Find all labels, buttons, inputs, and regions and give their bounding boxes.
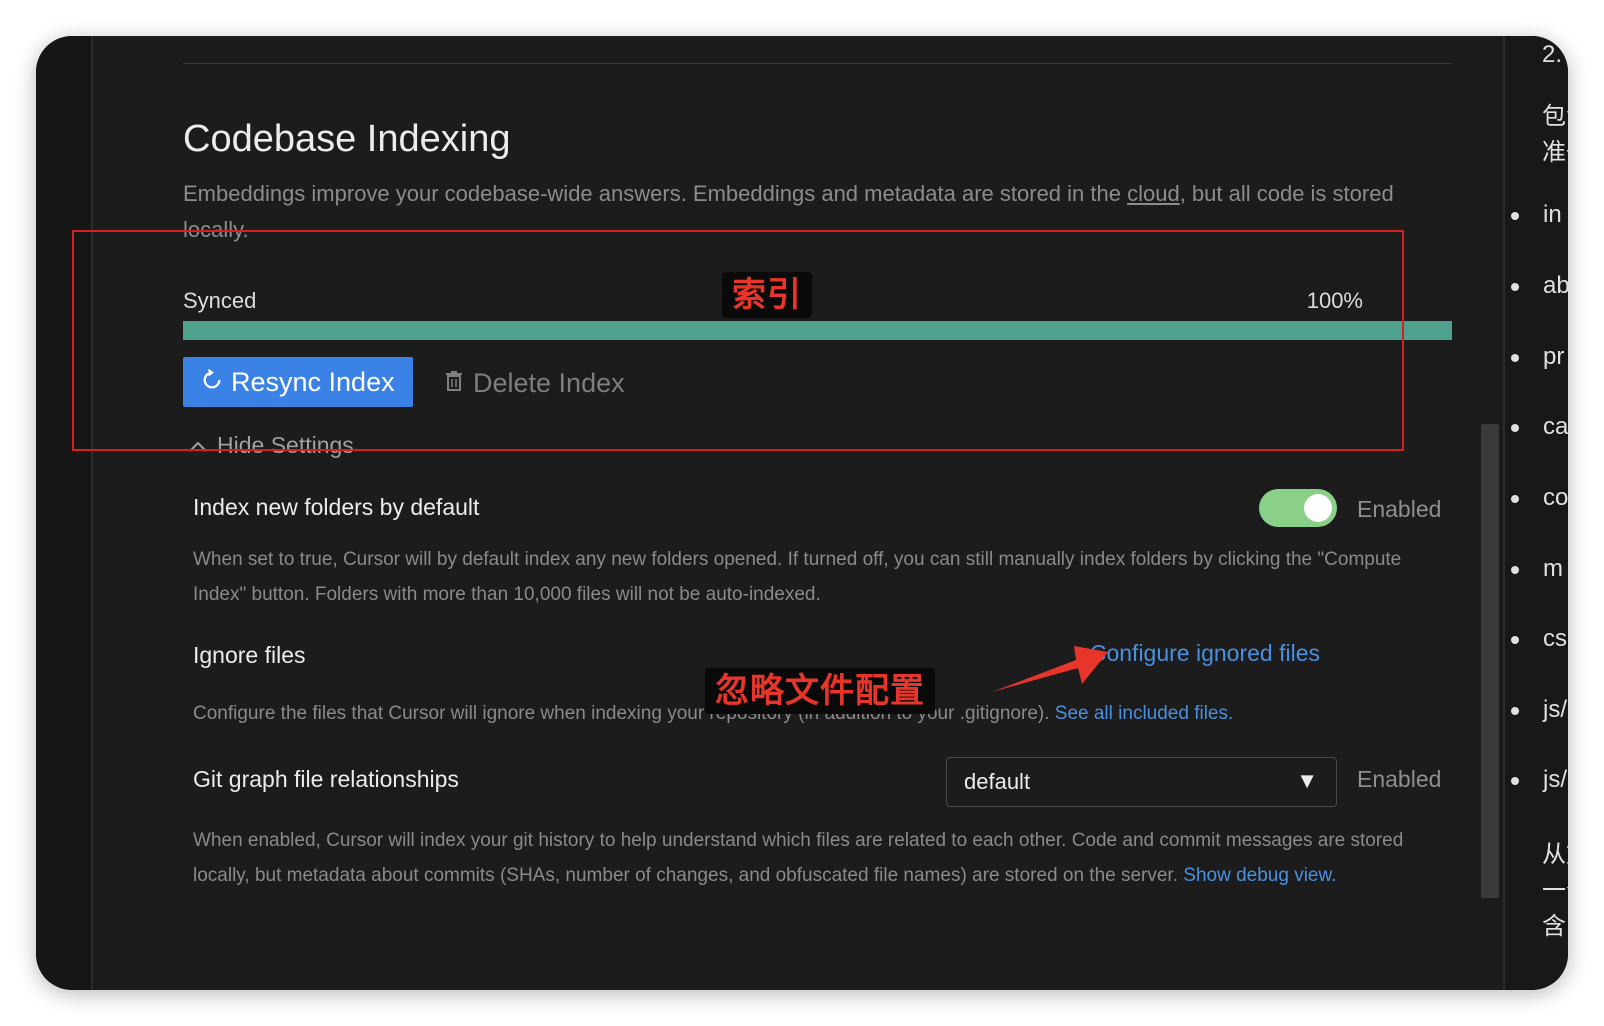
bullet-text: pr <box>1543 343 1565 370</box>
index-annotation-box <box>72 230 1404 451</box>
git-graph-title: Git graph file relationships <box>193 766 459 792</box>
app-window: Codebase Indexing Embeddings improve you… <box>36 36 1568 990</box>
toggle-knob <box>1304 494 1332 522</box>
git-graph-select[interactable]: default ▼ <box>946 757 1337 807</box>
show-debug-view-link[interactable]: Show debug view. <box>1183 865 1336 886</box>
bullet-dot <box>1511 565 1519 574</box>
right-pane-bullet: js/ <box>1511 696 1567 724</box>
bullet-dot <box>1511 423 1519 432</box>
index-new-folders-title: Index new folders by default <box>193 494 480 520</box>
bullet-dot <box>1511 282 1519 291</box>
right-pane-para2-line2: 一个参 <box>1542 877 1568 904</box>
bullet-dot <box>1511 211 1519 220</box>
configure-ignored-files-link[interactable]: Configure ignored files <box>1090 640 1320 667</box>
right-document-pane: 2. 企 包含了 准备原 in ab pr ca co m cs js/ js/… <box>1505 36 1568 990</box>
git-graph-state: Enabled <box>1357 766 1442 792</box>
bullet-text: ab <box>1543 272 1568 299</box>
description-text: Embeddings improve your codebase-wide an… <box>183 181 1128 206</box>
bullet-text: cs <box>1543 625 1567 652</box>
right-pane-para2-line1: 从文件 <box>1542 841 1568 868</box>
dropdown-arrow-icon: ▼ <box>1296 768 1318 793</box>
right-pane-bullet: co <box>1511 484 1568 512</box>
index-new-folders-state: Enabled <box>1357 496 1442 522</box>
bullet-dot <box>1511 706 1519 715</box>
right-pane-heading: 2. 企 <box>1542 41 1568 68</box>
bullet-text: js/ <box>1543 766 1567 793</box>
bullet-text: m <box>1543 555 1563 582</box>
ignore-annotation-label: 忽略文件配置 <box>705 668 935 714</box>
bullet-dot <box>1511 635 1519 644</box>
right-pane-bullet: pr <box>1511 343 1564 371</box>
index-new-folders-description: When set to true, Cursor will by default… <box>193 549 1402 605</box>
cloud-link[interactable]: cloud <box>1127 181 1180 206</box>
index-new-folders-toggle[interactable] <box>1259 489 1337 527</box>
right-pane-bullet: ca <box>1511 413 1568 441</box>
git-graph-description: When enabled, Cursor will index your git… <box>193 823 1455 893</box>
ignore-files-title: Ignore files <box>193 642 306 668</box>
right-pane-bullet: in <box>1511 201 1562 229</box>
right-pane-bullet: js/ <box>1511 766 1567 794</box>
bullet-dot <box>1511 494 1519 503</box>
bullet-text: ca <box>1543 413 1568 440</box>
right-pane-para2-line3: 含了一 <box>1542 913 1568 940</box>
bullet-dot <box>1511 353 1519 362</box>
annotation-arrow-icon <box>992 646 1108 692</box>
section-title: Codebase Indexing <box>183 118 511 160</box>
git-graph-select-value: default <box>964 769 1031 794</box>
right-pane-para1-line1: 包含了 <box>1542 103 1568 130</box>
scrollbar-thumb[interactable] <box>1481 424 1499 898</box>
bullet-dot <box>1511 776 1519 785</box>
bullet-text: in <box>1543 201 1562 228</box>
right-pane-bullet: cs <box>1511 625 1567 653</box>
see-all-included-files-link[interactable]: See all included files. <box>1055 703 1234 724</box>
index-annotation-label: 索引 <box>722 272 812 318</box>
settings-panel: Codebase Indexing Embeddings improve you… <box>93 36 1503 990</box>
bullet-text: co <box>1543 484 1568 511</box>
left-gutter <box>36 36 91 990</box>
right-pane-bullet: m <box>1511 555 1563 583</box>
section-divider <box>183 63 1452 64</box>
right-pane-bullet: ab <box>1511 272 1568 300</box>
bullet-text: js/ <box>1543 696 1567 723</box>
right-pane-para1-line2: 准备原 <box>1542 139 1568 166</box>
